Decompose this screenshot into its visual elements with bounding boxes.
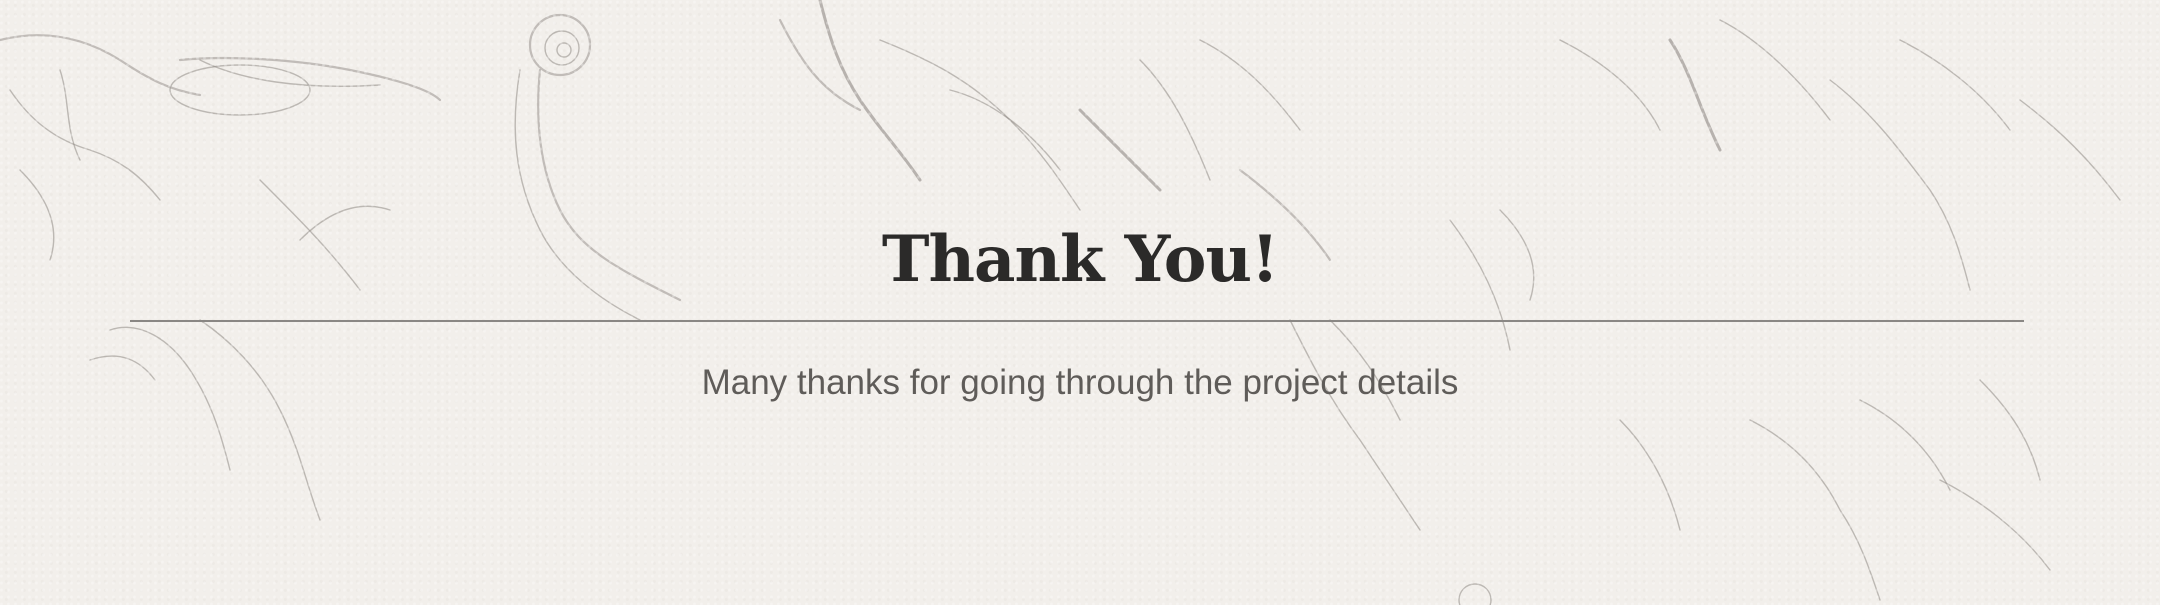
page-title: Thank You! [881,222,1279,297]
slide-subtitle: Many thanks for going through the projec… [701,363,1459,402]
title-divider [130,320,2024,322]
thank-you-slide: Thank You! Many thanks for going through… [0,0,2160,605]
